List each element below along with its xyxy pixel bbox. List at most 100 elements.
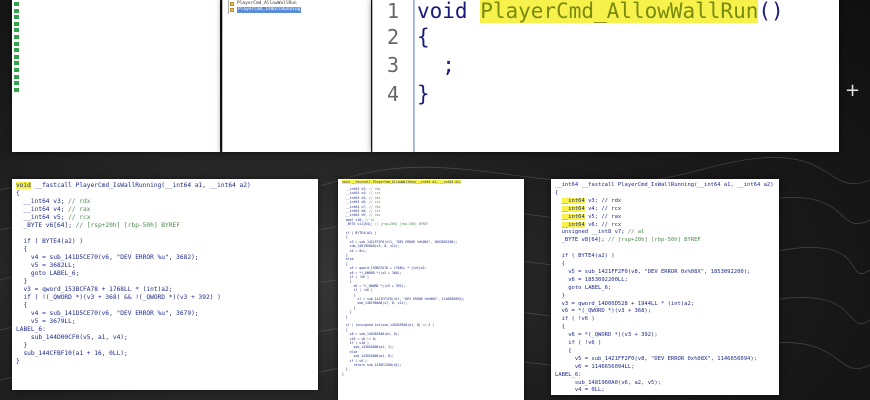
code-line[interactable]: goto LABEL_6; bbox=[555, 285, 611, 293]
string-type-icon bbox=[14, 87, 19, 92]
string-row[interactable] bbox=[12, 60, 220, 66]
function-icon bbox=[230, 2, 234, 6]
string-row[interactable] bbox=[12, 87, 220, 93]
string-row[interactable] bbox=[12, 21, 220, 27]
code-line-3[interactable]: ; bbox=[417, 54, 455, 76]
code-line[interactable]: } bbox=[342, 372, 344, 376]
string-type-icon bbox=[14, 15, 19, 20]
pseudocode-window-middle: void __fastcall PlayerCmd_AllowWallRun(_… bbox=[338, 179, 524, 400]
code-line[interactable]: if ( !v6 ) bbox=[555, 340, 601, 348]
code-line[interactable]: LABEL_6: bbox=[16, 326, 46, 334]
code-line[interactable]: if ( BYTE4(a2) ) bbox=[555, 253, 615, 261]
code-line[interactable]: v5 = sub_1421FF2F0(v8, "DEV ERROR 0x%08X… bbox=[555, 356, 757, 364]
code-line[interactable]: _BYTE v6[64]; // [rsp+20h] [rbp-50h] BYR… bbox=[16, 222, 179, 230]
string-row[interactable] bbox=[12, 8, 220, 14]
string-row[interactable] bbox=[12, 27, 220, 33]
code-line[interactable]: __int64 v5; // rax bbox=[555, 213, 621, 222]
string-type-icon bbox=[14, 35, 19, 39]
string-row[interactable] bbox=[12, 67, 220, 73]
code-line-4[interactable]: } bbox=[417, 83, 430, 105]
code-line[interactable]: { bbox=[555, 324, 565, 332]
code-line[interactable]: } bbox=[342, 315, 348, 319]
code-line[interactable]: { bbox=[16, 190, 20, 198]
code-line[interactable]: goto LABEL_6; bbox=[16, 270, 79, 278]
code-line[interactable]: void __fastcall PlayerCmd_IsWallRunning(… bbox=[16, 182, 251, 190]
margin-bar bbox=[413, 0, 415, 152]
function-label: PlayerCmd_IsWallRunning bbox=[237, 7, 302, 13]
code-line[interactable]: if ( BYTE4(a2) ) bbox=[16, 238, 83, 246]
string-row[interactable] bbox=[12, 80, 220, 86]
code-line[interactable]: } bbox=[16, 342, 27, 350]
function-signature[interactable]: void __fastcall PlayerCmd_AllowWallRun(_… bbox=[342, 180, 461, 185]
code-line[interactable]: sub_144D00CF0(v5, a1, v4); bbox=[16, 334, 128, 342]
code-line[interactable]: { bbox=[16, 246, 27, 254]
code-line[interactable]: __int64 v5; // rcx bbox=[16, 214, 90, 222]
string-type-icon bbox=[14, 74, 19, 79]
code-line[interactable]: sub_144CFBF10(a1 + 16, 0LL); bbox=[16, 350, 127, 358]
pseudocode-window-right: __int64 __fastcall PlayerCmd_IsWallRunni… bbox=[551, 179, 779, 395]
code-line[interactable]: v6 = 1146656094LL; bbox=[555, 364, 635, 372]
code-line[interactable]: _BYTE v11[64]; // [rsp+20h] [rbp-50h] BY… bbox=[342, 222, 429, 226]
code-line[interactable]: } bbox=[16, 358, 20, 366]
code-line[interactable]: } bbox=[16, 278, 27, 286]
code-line[interactable]: v4 = sub_141D5CE70(v6, "DEV ERROR %u", 3… bbox=[16, 254, 199, 262]
string-type-icon bbox=[14, 21, 19, 26]
line-number-gutter: 1 2 3 4 bbox=[373, 0, 414, 152]
string-type-icon bbox=[14, 41, 19, 46]
crosshair-plus-icon: + bbox=[845, 80, 861, 101]
string-type-icon bbox=[14, 48, 19, 53]
code-line[interactable]: __int64 v4; // rcx bbox=[555, 205, 621, 214]
code-line[interactable]: v3 = qword_153BCFA78 + 1768LL * (int)a2; bbox=[16, 286, 172, 294]
code-line[interactable]: if ( !(_QWORD *)(v3 + 368) && !(_QWORD *… bbox=[16, 294, 220, 302]
function-item-iswallrunning[interactable]: PlayerCmd_IsWallRunning bbox=[223, 7, 371, 13]
code-line[interactable]: v6 = *(_QWORD *)(v3 + 368); bbox=[555, 308, 651, 316]
code-line[interactable]: { bbox=[555, 190, 558, 198]
string-type-icon bbox=[14, 2, 19, 6]
string-type-icon bbox=[14, 8, 19, 13]
code-line-1[interactable]: void PlayerCmd_AllowWallRun() bbox=[417, 0, 784, 23]
code-line[interactable]: __int64 v4; // rax bbox=[16, 206, 90, 214]
string-row[interactable] bbox=[12, 1, 220, 7]
code-line[interactable]: __int64 v3; // rdx bbox=[555, 197, 621, 206]
string-row[interactable] bbox=[12, 54, 220, 60]
string-type-icon bbox=[14, 68, 19, 72]
function-name-highlight: PlayerCmd_AllowWallRun bbox=[480, 0, 759, 23]
pseudocode-window-left: void __fastcall PlayerCmd_IsWallRunning(… bbox=[12, 179, 318, 390]
code-line[interactable]: sub_1481960A0(v6, a2, v5); bbox=[555, 380, 661, 388]
code-line[interactable]: v3 = qword_14D00D528 + 1944LL * (int)a2; bbox=[555, 301, 694, 309]
functions-window: PlayerCmd_AllowWallRun PlayerCmd_IsWallR… bbox=[222, 0, 371, 152]
string-type-icon bbox=[14, 61, 19, 66]
code-line[interactable]: __int64 v3; // rdx bbox=[16, 198, 90, 206]
code-line[interactable]: v6 = *(_QWORD *)(v3 + 392); bbox=[555, 332, 657, 340]
string-type-icon bbox=[14, 54, 19, 59]
code-line[interactable]: v5 = 3682LL; bbox=[16, 262, 76, 270]
code-line[interactable]: v5 = sub_1421FF2F0(v8, "DEV ERROR 0x%08X… bbox=[555, 269, 750, 277]
function-icon bbox=[230, 8, 234, 12]
code-line[interactable]: } bbox=[555, 293, 565, 301]
code-line[interactable]: { bbox=[16, 302, 27, 310]
code-line[interactable]: LABEL_6: bbox=[555, 372, 582, 380]
string-row[interactable] bbox=[12, 14, 220, 20]
code-line[interactable]: unsigned __int8 v7; // al bbox=[555, 229, 645, 237]
code-line[interactable]: { bbox=[555, 348, 571, 356]
code-line[interactable]: v5 = 3679LL; bbox=[16, 318, 76, 326]
code-line[interactable]: __int64 v6; // rcx bbox=[555, 221, 621, 230]
code-line[interactable]: __int64 __fastcall PlayerCmd_IsWallRunni… bbox=[555, 182, 774, 190]
code-line[interactable]: { bbox=[555, 261, 565, 269]
line-number: 3 bbox=[387, 53, 400, 77]
code-line-2[interactable]: { bbox=[417, 26, 430, 48]
code-line[interactable]: v4 = sub_141D5CE70(v6, "DEV ERROR %u", 3… bbox=[16, 310, 199, 318]
line-number: 1 bbox=[387, 0, 400, 23]
line-number: 4 bbox=[387, 82, 400, 106]
code-line[interactable]: _BYTE v8[64]; // [rsp+20h] [rbp-50h] BYR… bbox=[555, 237, 701, 245]
code-line[interactable]: v4 = 0LL; bbox=[555, 387, 605, 395]
code-line[interactable]: if ( !v6 ) bbox=[555, 316, 595, 324]
string-row[interactable] bbox=[12, 74, 220, 80]
strings-window bbox=[12, 0, 220, 152]
string-row[interactable] bbox=[12, 41, 220, 47]
string-row[interactable] bbox=[12, 47, 220, 53]
code-line[interactable]: return sub_1430F2200(a1); bbox=[342, 363, 402, 367]
code-line[interactable]: if ( (unsigned int)sub_1403AF840(a1, 0) … bbox=[342, 323, 434, 327]
code-line[interactable]: v6 = 1853092200LL; bbox=[555, 277, 628, 285]
string-row[interactable] bbox=[12, 34, 220, 40]
